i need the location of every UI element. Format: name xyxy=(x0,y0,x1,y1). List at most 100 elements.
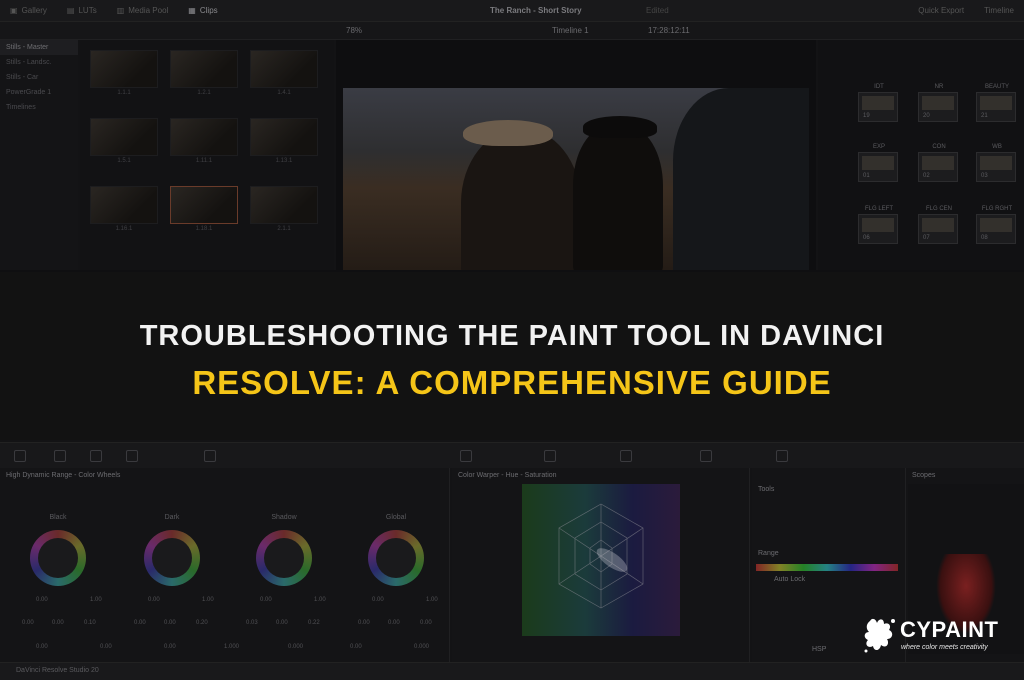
tool-icon[interactable] xyxy=(700,450,712,462)
still-thumbnail[interactable] xyxy=(90,50,158,88)
still-label: 1.2.1 xyxy=(197,90,211,96)
node-thumbnail xyxy=(862,96,894,110)
md-value[interactable]: 0.00 xyxy=(350,644,362,650)
media-pool-icon: ▥ xyxy=(116,6,125,15)
node-label: IDT xyxy=(874,84,884,90)
node[interactable]: EXP 01 xyxy=(858,144,898,182)
y-value[interactable]: 0.00 xyxy=(164,620,176,626)
tool-icon[interactable] xyxy=(14,450,26,462)
y-value[interactable]: 0.00 xyxy=(388,620,400,626)
range-label: Range xyxy=(758,550,779,557)
color-wheel-shadow[interactable] xyxy=(256,530,312,586)
hue-range-bar[interactable] xyxy=(756,564,898,571)
album-item[interactable]: PowerGrade 1 xyxy=(0,85,78,100)
still-label: 1.18.1 xyxy=(195,226,213,232)
bofs-value[interactable]: 0.000 xyxy=(414,644,429,650)
tool-icon[interactable] xyxy=(204,450,216,462)
tab-gallery[interactable]: ▣ Gallery xyxy=(0,0,57,22)
still-label: 1.11.1 xyxy=(195,158,213,164)
temp-value[interactable]: 0.00 xyxy=(36,644,48,650)
cypaint-logo: CYPAINT where color meets creativity xyxy=(862,615,1002,659)
viewer[interactable] xyxy=(336,40,816,270)
node[interactable]: BEAUTY 21 xyxy=(976,84,1016,122)
z-value[interactable]: 0.20 xyxy=(196,620,208,626)
x-value[interactable]: 0.00 xyxy=(134,620,146,626)
zoom-level[interactable]: 78% xyxy=(346,26,362,35)
still-thumbnail-selected[interactable] xyxy=(170,186,238,224)
node[interactable]: NR 20 xyxy=(918,84,958,122)
album-item[interactable]: Stills - Master xyxy=(0,40,78,55)
z-value[interactable]: 0.00 xyxy=(420,620,432,626)
lum-value[interactable]: 0.00 xyxy=(260,597,272,603)
sat-value[interactable]: 1.00 xyxy=(90,597,102,603)
lum-value[interactable]: 0.00 xyxy=(372,597,384,603)
node-label: FLG RGHT xyxy=(981,206,1013,212)
still-thumbnail[interactable] xyxy=(250,118,318,156)
sat-value[interactable]: 1.00 xyxy=(314,597,326,603)
node-thumbnail xyxy=(862,218,894,232)
tool-icon[interactable] xyxy=(460,450,472,462)
y-value[interactable]: 0.00 xyxy=(276,620,288,626)
timeline-button[interactable]: Timeline xyxy=(984,6,1014,15)
wheel-label: Dark xyxy=(164,514,180,521)
node-label: CON xyxy=(932,144,946,150)
still-thumbnail[interactable] xyxy=(90,118,158,156)
color-wheel-dark[interactable] xyxy=(144,530,200,586)
top-right-actions: Quick Export Timeline xyxy=(918,6,1014,15)
color-warper-grid[interactable] xyxy=(522,484,680,636)
cowboy-hat-dark xyxy=(583,116,657,138)
node[interactable]: FLG CEN 07 xyxy=(918,206,958,244)
still-thumbnail[interactable] xyxy=(250,50,318,88)
color-wheel-global[interactable] xyxy=(368,530,424,586)
still-label: 1.16.1 xyxy=(115,226,133,232)
x-value[interactable]: 0.00 xyxy=(22,620,34,626)
tool-icon[interactable] xyxy=(126,450,138,462)
still-thumbnail[interactable] xyxy=(170,50,238,88)
contrast-value[interactable]: 1.000 xyxy=(224,644,239,650)
node-number: 02 xyxy=(923,173,930,179)
y-value[interactable]: 0.00 xyxy=(52,620,64,626)
album-item[interactable]: Timelines xyxy=(0,100,78,115)
node-label: NR xyxy=(934,84,944,90)
node[interactable]: WB 03 xyxy=(976,144,1016,182)
tool-icon[interactable] xyxy=(544,450,556,462)
sat-value[interactable]: 1.00 xyxy=(202,597,214,603)
still-thumbnail[interactable] xyxy=(250,186,318,224)
timeline-name[interactable]: Timeline 1 xyxy=(552,26,589,35)
tab-media-pool[interactable]: ▥ Media Pool xyxy=(107,0,179,22)
still-label: 1.4.1 xyxy=(277,90,291,96)
auto-lock-label[interactable]: Auto Lock xyxy=(774,576,805,583)
sat-value[interactable]: 1.00 xyxy=(426,597,438,603)
album-item[interactable]: Stills - Car xyxy=(0,70,78,85)
tab-luts[interactable]: ▤ LUTs xyxy=(57,0,107,22)
x-value[interactable]: 0.00 xyxy=(358,620,370,626)
still-thumbnail[interactable] xyxy=(90,186,158,224)
album-item[interactable]: Stills - Landsc. xyxy=(0,55,78,70)
color-wheel-black[interactable] xyxy=(30,530,86,586)
tab-clips[interactable]: ▦ Clips xyxy=(178,0,227,22)
lum-value[interactable]: 0.00 xyxy=(36,597,48,603)
tint-value[interactable]: 0.00 xyxy=(100,644,112,650)
tool-icon[interactable] xyxy=(620,450,632,462)
gallery-icon: ▣ xyxy=(10,6,18,15)
tool-icon[interactable] xyxy=(776,450,788,462)
pivot-value[interactable]: 0.000 xyxy=(288,644,303,650)
project-status: Edited xyxy=(646,6,669,15)
node[interactable]: IDT 19 xyxy=(858,84,898,122)
tool-icon[interactable] xyxy=(54,450,66,462)
x-value[interactable]: 0.03 xyxy=(246,620,258,626)
node-label: WB xyxy=(992,144,1002,150)
z-value[interactable]: 0.22 xyxy=(308,620,320,626)
z-value[interactable]: 0.10 xyxy=(84,620,96,626)
mode-select[interactable]: HSP xyxy=(812,646,826,653)
node-number: 07 xyxy=(923,235,930,241)
node[interactable]: FLG LEFT 06 xyxy=(858,206,898,244)
hue-value[interactable]: 0.00 xyxy=(164,644,176,650)
lum-value[interactable]: 0.00 xyxy=(148,597,160,603)
node[interactable]: FLG RGHT 08 xyxy=(976,206,1016,244)
tool-icon[interactable] xyxy=(90,450,102,462)
node-graph[interactable]: IDT 19 NR 20 BEAUTY 21 EXP 01 CON 02 WB 03 FLG… xyxy=(818,40,1024,270)
quick-export-button[interactable]: Quick Export xyxy=(918,6,964,15)
still-thumbnail[interactable] xyxy=(170,118,238,156)
node[interactable]: CON 02 xyxy=(918,144,958,182)
